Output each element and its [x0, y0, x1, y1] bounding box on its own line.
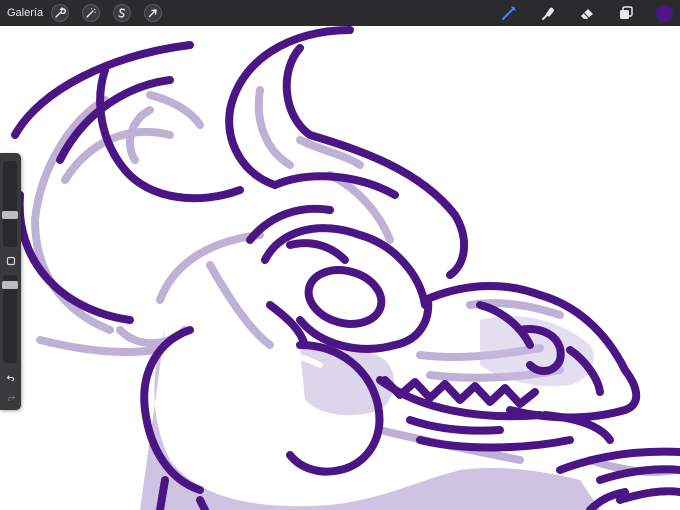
redo-arrow-icon[interactable] [4, 391, 17, 404]
undo-arrow-icon[interactable] [4, 371, 17, 384]
arrow-cursor-icon[interactable] [144, 4, 163, 22]
ink-line-layer [11, 26, 680, 510]
eraser-icon[interactable] [578, 4, 596, 22]
selection-s-icon[interactable] [113, 4, 132, 22]
brush-sidebar [0, 153, 21, 410]
opacity-thumb[interactable] [2, 281, 18, 289]
top-toolbar: Galería [0, 0, 680, 26]
gallery-button[interactable]: Galería [7, 7, 43, 19]
smudge-icon[interactable] [539, 4, 557, 22]
brush-size-thumb[interactable] [2, 211, 18, 219]
opacity-slider[interactable] [2, 275, 18, 363]
brush-size-slider[interactable] [2, 161, 18, 247]
wrench-icon[interactable] [51, 4, 70, 22]
layers-icon[interactable] [617, 4, 635, 22]
ink-highlight-dots [342, 293, 354, 303]
color-swatch-button[interactable] [655, 4, 673, 22]
magic-wand-icon[interactable] [82, 4, 101, 22]
brush-icon[interactable] [500, 4, 518, 22]
square-modify-icon[interactable] [4, 254, 17, 267]
drawing-canvas[interactable] [0, 26, 680, 510]
